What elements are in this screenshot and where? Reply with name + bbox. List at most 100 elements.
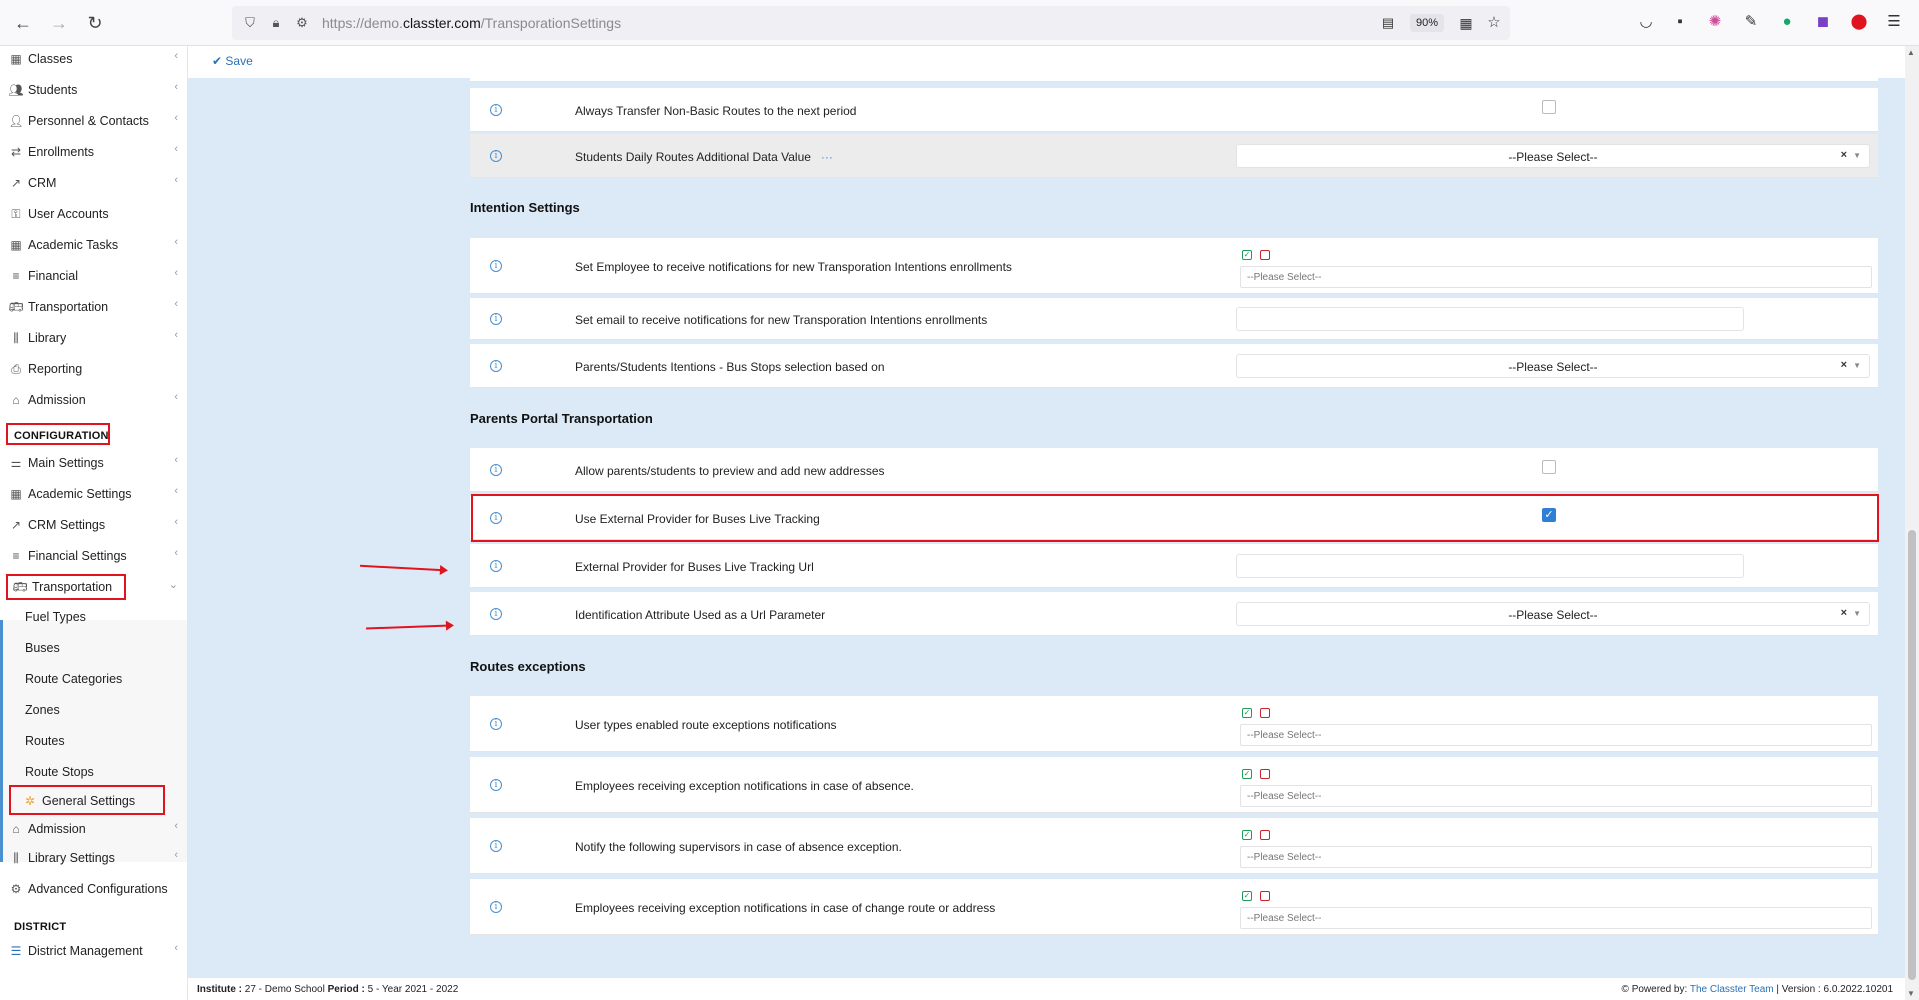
sidebar-item-reporting[interactable]: ⎙ Reporting bbox=[0, 356, 187, 382]
ident-attribute-select[interactable]: --Please Select-- × ▼ bbox=[1236, 602, 1870, 626]
deselect-all-icon[interactable] bbox=[1260, 250, 1270, 260]
sidebar-item-students[interactable]: 👥︎ Students ‹ bbox=[0, 77, 187, 103]
zoom-level[interactable]: 90% bbox=[1410, 14, 1445, 32]
browser-toolbar: ← → ↻ ⛉ 🔒︎ ⚙ https://demo.classter.com/T… bbox=[0, 0, 1919, 46]
setting-label: Allow parents/students to preview and ad… bbox=[575, 464, 885, 478]
shield-icon[interactable]: ⛉ bbox=[240, 13, 260, 33]
pocket-icon[interactable]: ◡ bbox=[1636, 12, 1656, 32]
deselect-all-icon[interactable] bbox=[1260, 769, 1270, 779]
adblock-icon[interactable]: ⬤ bbox=[1849, 12, 1869, 32]
address-bar[interactable]: ⛉ 🔒︎ ⚙ https://demo.classter.com/Transpo… bbox=[232, 6, 1510, 40]
sidebar-item-classes[interactable]: ▦ Classes ‹ bbox=[0, 46, 187, 72]
forward-icon[interactable]: → bbox=[48, 12, 70, 34]
info-icon[interactable]: i bbox=[490, 104, 502, 116]
select-all-icon[interactable]: ✓ bbox=[1242, 891, 1252, 901]
eyedropper-icon[interactable]: ✎ bbox=[1741, 12, 1761, 32]
more-dots-icon[interactable]: ··· bbox=[821, 150, 833, 164]
classter-team-link[interactable]: The Classter Team bbox=[1690, 984, 1774, 995]
setting-row-intent-employee: i Set Employee to receive notifications … bbox=[470, 238, 1878, 294]
sidebar-item-crm-settings[interactable]: ↗ CRM Settings ‹ bbox=[0, 512, 187, 538]
chevron-left-icon: ‹ bbox=[174, 820, 178, 832]
scroll-thumb[interactable] bbox=[1908, 530, 1916, 980]
sidebar-item-user-accounts[interactable]: ⚿ User Accounts bbox=[0, 201, 187, 227]
info-icon[interactable]: i bbox=[490, 360, 502, 372]
permissions-icon[interactable]: ⚙ bbox=[292, 13, 312, 33]
chevron-left-icon: ‹ bbox=[174, 849, 178, 861]
setting-label: Always Transfer Non-Basic Routes to the … bbox=[575, 104, 857, 118]
sidebar-item-transportation[interactable]: 🚌︎ Transportation ‹ bbox=[0, 294, 187, 320]
user-types-multiselect[interactable]: --Please Select-- bbox=[1240, 724, 1872, 746]
sidebar-subitem-route-categories[interactable]: Route Categories bbox=[0, 666, 187, 692]
sidebar-item-main-settings[interactable]: ⚌ Main Settings ‹ bbox=[0, 450, 187, 476]
info-icon[interactable]: i bbox=[490, 779, 502, 791]
extension-icon[interactable]: ◼ bbox=[1813, 12, 1833, 32]
info-icon[interactable]: i bbox=[490, 901, 502, 913]
sidebar-item-district-management[interactable]: ☰ District Management ‹ bbox=[0, 938, 187, 964]
daily-routes-select[interactable]: --Please Select-- × ▼ bbox=[1236, 144, 1870, 168]
emp-absence-multiselect[interactable]: --Please Select-- bbox=[1240, 785, 1872, 807]
sidebar-item-personnel[interactable]: 👤︎ Personnel & Contacts ‹ bbox=[0, 108, 187, 134]
emp-change-multiselect[interactable]: --Please Select-- bbox=[1240, 907, 1872, 929]
busstops-select[interactable]: --Please Select-- × ▼ bbox=[1236, 354, 1870, 378]
section-routes-exceptions: Routes exceptions bbox=[470, 659, 586, 674]
external-url-input[interactable] bbox=[1236, 554, 1744, 578]
sidebar-item-library-settings[interactable]: ⫼ Library Settings ‹ bbox=[0, 845, 187, 871]
info-icon[interactable]: i bbox=[490, 840, 502, 852]
sidebar-item-advanced-configurations[interactable]: ⚙ Advanced Configurations bbox=[0, 876, 187, 902]
deselect-all-icon[interactable] bbox=[1260, 830, 1270, 840]
reader-view-icon[interactable]: ▤ bbox=[1378, 13, 1398, 33]
grammarly-icon[interactable]: ● bbox=[1777, 12, 1797, 32]
color-wheel-icon[interactable]: ✺ bbox=[1705, 12, 1725, 32]
sidebar-item-admission-config[interactable]: ⌂ Admission ‹ bbox=[0, 816, 187, 842]
scroll-down-icon[interactable]: ▼ bbox=[1907, 989, 1915, 998]
setting-label: Notify the following supervisors in case… bbox=[575, 840, 902, 854]
info-icon[interactable]: i bbox=[490, 313, 502, 325]
sidebar-subitem-zones[interactable]: Zones bbox=[0, 697, 187, 723]
page-footer: Institute : 27 - Demo School Period : 5 … bbox=[188, 978, 1905, 1000]
info-icon[interactable]: i bbox=[490, 260, 502, 272]
sidebar-subitem-fuel-types[interactable]: Fuel Types bbox=[0, 604, 187, 630]
intent-employee-multiselect[interactable]: --Please Select-- bbox=[1240, 266, 1872, 288]
sidebar-item-enrollments[interactable]: ⇄ Enrollments ‹ bbox=[0, 139, 187, 165]
info-icon[interactable]: i bbox=[490, 608, 502, 620]
intent-email-input[interactable] bbox=[1236, 307, 1744, 331]
sidebar-item-library[interactable]: ⫼ Library ‹ bbox=[0, 325, 187, 351]
save-button[interactable]: ✔ Save bbox=[212, 54, 253, 68]
preview-addresses-checkbox[interactable] bbox=[1542, 460, 1556, 474]
select-all-icon[interactable]: ✓ bbox=[1242, 769, 1252, 779]
sidebar-subitem-route-stops[interactable]: Route Stops bbox=[0, 759, 187, 785]
sidebar-item-admission[interactable]: ⌂ Admission ‹ bbox=[0, 387, 187, 413]
info-icon[interactable]: i bbox=[490, 560, 502, 572]
sidebar-item-crm[interactable]: ↗ CRM ‹ bbox=[0, 170, 187, 196]
sidebar-item-academic-tasks[interactable]: ▦ Academic Tasks ‹ bbox=[0, 232, 187, 258]
deselect-all-icon[interactable] bbox=[1260, 891, 1270, 901]
bookmark-star-icon[interactable]: ☆ bbox=[1484, 13, 1504, 33]
url-text[interactable]: https://demo.classter.com/TransporationS… bbox=[322, 15, 621, 31]
sidebar-item-academic-settings[interactable]: ▦ Academic Settings ‹ bbox=[0, 481, 187, 507]
info-icon[interactable]: i bbox=[490, 718, 502, 730]
apps-icon[interactable]: ▪ bbox=[1670, 12, 1690, 32]
clear-icon[interactable]: × bbox=[1841, 359, 1847, 371]
nonbasic-checkbox[interactable] bbox=[1542, 100, 1556, 114]
chevron-left-icon: ‹ bbox=[174, 112, 178, 124]
sidebar-item-financial[interactable]: ≡ Financial ‹ bbox=[0, 263, 187, 289]
menu-icon[interactable]: ☰ bbox=[1884, 12, 1904, 32]
clear-icon[interactable]: × bbox=[1841, 149, 1847, 161]
extensions-grid-icon[interactable]: ▦ bbox=[1456, 13, 1476, 33]
sidebar-subitem-routes[interactable]: Routes bbox=[0, 728, 187, 754]
info-icon[interactable]: i bbox=[490, 464, 502, 476]
reload-icon[interactable]: ↻ bbox=[84, 12, 106, 34]
select-all-icon[interactable]: ✓ bbox=[1242, 250, 1252, 260]
sidebar-item-financial-settings[interactable]: ≡ Financial Settings ‹ bbox=[0, 543, 187, 569]
clear-icon[interactable]: × bbox=[1841, 607, 1847, 619]
scrollbar[interactable]: ▲ ▼ bbox=[1905, 46, 1919, 1000]
back-icon[interactable]: ← bbox=[12, 12, 34, 34]
info-icon[interactable]: i bbox=[490, 150, 502, 162]
supervisors-multiselect[interactable]: --Please Select-- bbox=[1240, 846, 1872, 868]
deselect-all-icon[interactable] bbox=[1260, 708, 1270, 718]
sidebar-subitem-buses[interactable]: Buses bbox=[0, 635, 187, 661]
select-all-icon[interactable]: ✓ bbox=[1242, 708, 1252, 718]
lock-icon[interactable]: 🔒︎ bbox=[266, 13, 286, 33]
scroll-up-icon[interactable]: ▲ bbox=[1907, 48, 1915, 57]
select-all-icon[interactable]: ✓ bbox=[1242, 830, 1252, 840]
